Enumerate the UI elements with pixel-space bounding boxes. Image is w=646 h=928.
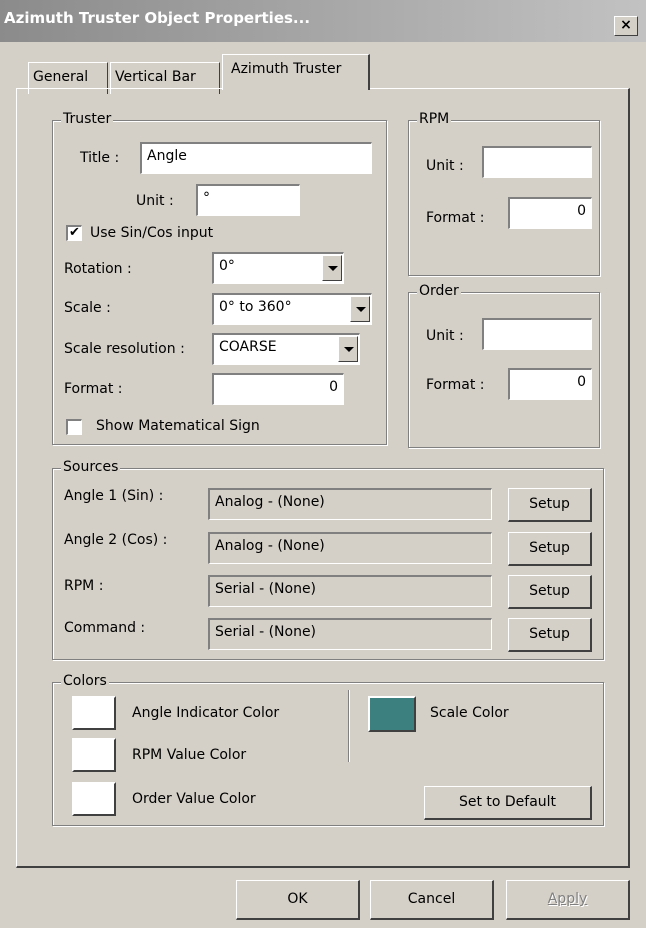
title-label: Title : [80,150,120,166]
rotation-select[interactable]: 0° [212,252,344,284]
source-label: Command : [64,620,146,636]
scale-resolution-label: Scale resolution : [64,341,185,357]
rpm-value-color-label: RPM Value Color [132,747,247,763]
source-label: Angle 1 (Sin) : [64,488,164,504]
setup-command-button[interactable]: Setup [508,618,592,652]
rotation-label: Rotation : [64,261,132,277]
scale-color-label: Scale Color [430,705,509,721]
order-unit-input[interactable] [482,318,592,350]
angle-indicator-color-label: Angle Indicator Color [132,705,280,721]
source-label: RPM : [64,578,104,594]
vertical-separator [348,690,350,762]
angle-indicator-color-swatch[interactable] [72,696,116,730]
show-sign-checkbox[interactable] [66,419,82,435]
order-unit-label: Unit : [426,328,464,344]
source-value: Analog - (None) [208,532,492,564]
setup-angle2-button[interactable]: Setup [508,532,592,566]
close-icon: × [620,17,632,33]
source-value: Serial - (None) [208,618,492,650]
scale-value: 0° to 360° [219,299,292,315]
cancel-button[interactable]: Cancel [370,880,494,920]
tab-vertical-bar-label: Vertical Bar [115,69,196,85]
format-input[interactable]: 0 [212,373,344,405]
set-to-default-button[interactable]: Set to Default [424,786,592,820]
ok-button[interactable]: OK [236,880,360,920]
rpm-unit-input[interactable] [482,146,592,178]
rpm-format-input[interactable]: 0 [508,197,592,229]
scale-label: Scale : [64,300,111,316]
chevron-down-icon[interactable] [338,336,358,362]
unit-label: Unit : [136,193,174,209]
truster-legend: Truster [61,111,114,127]
chevron-down-icon[interactable] [322,255,342,281]
window-title: Azimuth Truster Object Properties... [4,9,311,27]
close-button[interactable]: × [614,16,638,36]
format-label: Format : [64,381,123,397]
scale-resolution-select[interactable]: COARSE [212,333,360,365]
colors-legend: Colors [61,673,109,689]
order-format-label: Format : [426,377,485,393]
rpm-unit-label: Unit : [426,158,464,174]
title-input[interactable]: Angle [140,142,372,174]
order-legend: Order [417,283,461,299]
use-sincos-label: Use Sin/Cos input [90,225,214,241]
scale-select[interactable]: 0° to 360° [212,293,372,325]
scale-color-swatch[interactable] [368,696,416,732]
rpm-legend: RPM [417,111,452,127]
source-label: Angle 2 (Cos) : [64,532,168,548]
apply-button: Apply [506,880,630,920]
chevron-down-icon[interactable] [350,296,370,322]
setup-rpm-button[interactable]: Setup [508,575,592,609]
tab-azimuth-truster-label: Azimuth Truster [231,61,342,77]
unit-input[interactable]: ° [196,184,300,216]
tab-azimuth-truster[interactable]: Azimuth Truster [222,54,370,90]
rotation-value: 0° [219,258,235,274]
title-bar: Azimuth Truster Object Properties... × [0,0,646,42]
rpm-value-color-swatch[interactable] [72,738,116,772]
order-value-color-label: Order Value Color [132,791,256,807]
order-format-input[interactable]: 0 [508,368,592,400]
source-value: Analog - (None) [208,488,492,520]
use-sincos-checkbox[interactable]: ✔ [66,225,82,241]
sources-legend: Sources [61,459,121,475]
scale-resolution-value: COARSE [219,339,277,355]
order-value-color-swatch[interactable] [72,782,116,816]
show-sign-label: Show Matematical Sign [96,418,260,434]
setup-angle1-button[interactable]: Setup [508,488,592,522]
rpm-format-label: Format : [426,210,485,226]
source-value: Serial - (None) [208,575,492,607]
tab-general-label: General [33,69,89,85]
